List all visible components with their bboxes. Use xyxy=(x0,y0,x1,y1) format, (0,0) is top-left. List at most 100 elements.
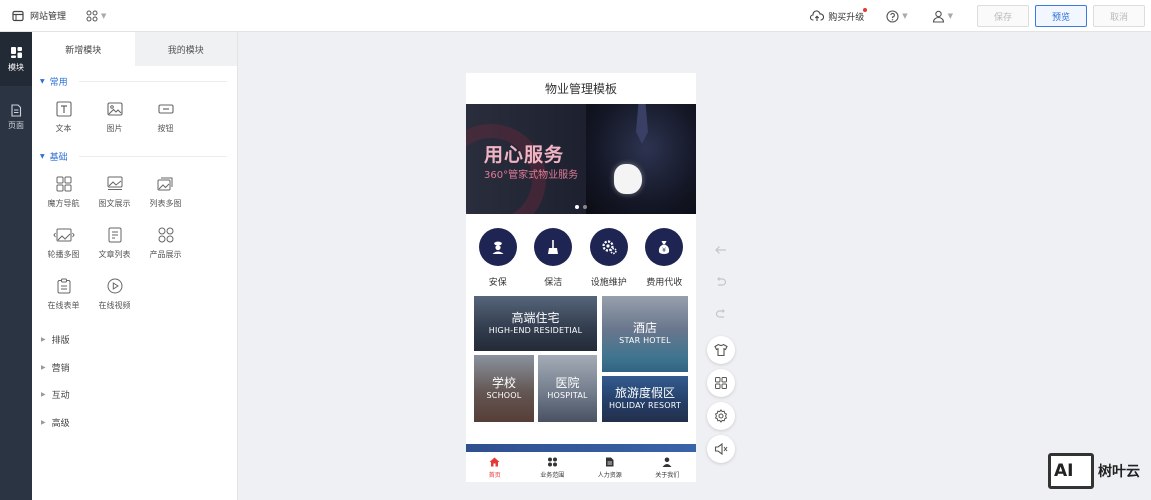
caret-down-icon: ▼ xyxy=(40,152,45,160)
preview-button[interactable]: 预览 xyxy=(1035,5,1087,27)
module-label: 文章列表 xyxy=(98,250,131,259)
group-title: 互动 xyxy=(51,391,70,402)
carousel-dot[interactable] xyxy=(583,205,587,209)
chevron-down-icon: ▼ xyxy=(902,12,908,20)
service-security[interactable]: 安保 xyxy=(472,228,524,288)
banner-subheading: 360°管家式物业服务 xyxy=(484,170,579,181)
nav-business[interactable]: 业务范围 xyxy=(527,457,577,479)
watermark: AI 树叶云 xyxy=(1048,453,1140,489)
tile-hotel[interactable]: 酒店 STAR HOTEL xyxy=(602,296,688,372)
module-text[interactable]: 文本 xyxy=(38,92,89,143)
video-icon xyxy=(107,278,122,294)
nav-label: 人力资源 xyxy=(597,471,622,479)
phone-preview[interactable]: 物业管理模板 用心服务 360°管家式物业服务 安保 保洁 设施维护 ¥ 费用代… xyxy=(466,73,696,482)
settings-button[interactable] xyxy=(707,402,735,430)
service-label: 安保 xyxy=(488,278,507,288)
module-product[interactable]: 产品展示 xyxy=(140,218,191,269)
layout-button[interactable] xyxy=(707,369,735,397)
tab-add-module[interactable]: 新增模块 xyxy=(32,32,135,66)
redo-button[interactable] xyxy=(707,300,735,328)
business-tiles: 高端住宅 HIGH-END RESIDETIAL 酒店 STAR HOTEL 学校 S… xyxy=(466,296,696,446)
tile-school[interactable]: 学校 SCHOOL xyxy=(474,355,534,422)
home-icon xyxy=(489,457,500,466)
service-cleaning[interactable]: 保洁 xyxy=(527,228,579,288)
module-carousel[interactable]: 轮播多图 xyxy=(38,218,89,269)
carousel-dot[interactable] xyxy=(575,205,579,209)
upgrade-button[interactable]: 购买升级 xyxy=(810,7,868,23)
help-menu[interactable]: ▼ xyxy=(886,9,908,23)
group-header-interaction[interactable]: ▶ 互动 xyxy=(32,381,237,409)
tile-title: 医院 xyxy=(555,375,580,390)
service-fee-collection[interactable]: ¥ 费用代收 xyxy=(638,228,690,288)
module-button[interactable]: 按钮 xyxy=(140,92,191,143)
security-guard-icon xyxy=(492,241,504,254)
module-label: 文本 xyxy=(55,124,72,133)
group-title: 排版 xyxy=(51,336,70,347)
save-button[interactable]: 保存 xyxy=(977,5,1029,27)
image-icon xyxy=(106,102,123,116)
chevron-down-icon: ▼ xyxy=(101,11,107,20)
module-list-images[interactable]: 列表多图 xyxy=(140,167,191,218)
nav-label: 关于我们 xyxy=(655,471,680,479)
fee-bag-icon: ¥ xyxy=(659,241,670,254)
upgrade-label: 购买升级 xyxy=(828,12,865,23)
site-icon xyxy=(12,10,24,21)
button-icon xyxy=(157,104,174,114)
hero-banner[interactable]: 用心服务 360°管家式物业服务 xyxy=(466,104,696,214)
module-label: 列表多图 xyxy=(149,199,182,208)
module-article-list[interactable]: 文章列表 xyxy=(89,218,140,269)
module-label: 轮播多图 xyxy=(47,250,80,259)
nav-hr[interactable]: 人力资源 xyxy=(585,457,635,479)
chevron-down-icon: ▼ xyxy=(947,12,953,20)
tile-resort[interactable]: 旅游度假区 HOLIDAY RESORT xyxy=(602,376,688,422)
group-header-common[interactable]: ▼ 常用 xyxy=(32,70,237,92)
module-label: 产品展示 xyxy=(149,250,182,259)
group-header-advanced[interactable]: ▶ 高级 xyxy=(32,409,237,437)
divider xyxy=(78,80,227,82)
text-icon xyxy=(55,101,72,117)
product-icon xyxy=(158,227,173,243)
apps-menu-button[interactable]: ▼ xyxy=(86,10,106,22)
module-label: 按钮 xyxy=(157,124,174,133)
tile-hospital[interactable]: 医院 HOSPITAL xyxy=(538,355,597,422)
caret-down-icon: ▼ xyxy=(40,77,45,85)
carousel-dots xyxy=(575,205,587,209)
group-header-marketing[interactable]: ▶ 营销 xyxy=(32,354,237,382)
basic-modules: 魔方导航 图文展示 列表多图 轮播多图 文章列表 产品展示 在线表单 在线视频 xyxy=(32,167,237,320)
tab-my-modules[interactable]: 我的模块 xyxy=(134,32,237,66)
module-video[interactable]: 在线视频 xyxy=(89,269,140,320)
user-menu[interactable]: ▼ xyxy=(932,10,953,23)
nav-home[interactable]: 首页 xyxy=(470,457,520,479)
nav-about[interactable]: 关于我们 xyxy=(642,457,692,479)
module-label: 魔方导航 xyxy=(47,199,80,208)
redo-icon xyxy=(715,309,725,318)
tile-subtitle: HIGH-END RESIDETIAL xyxy=(488,325,583,335)
cancel-button[interactable]: 取消 xyxy=(1093,5,1145,27)
modules-icon xyxy=(10,46,22,58)
site-label: 网站管理 xyxy=(30,12,67,22)
group-title: 高级 xyxy=(51,418,70,429)
announcement-button[interactable] xyxy=(707,435,735,463)
editor-tools xyxy=(707,236,735,468)
grid-icon xyxy=(715,377,727,389)
carousel-icon xyxy=(52,228,75,242)
list-images-icon xyxy=(157,177,172,191)
site-management-button[interactable]: 网站管理 xyxy=(12,9,66,22)
rail-item-pages[interactable]: 页面 xyxy=(0,90,32,144)
tile-residential[interactable]: 高端住宅 HIGH-END RESIDETIAL xyxy=(474,296,597,351)
nav-label: 首页 xyxy=(488,471,501,479)
service-label: 设施维护 xyxy=(590,278,627,288)
group-header-basic[interactable]: ▼ 基础 xyxy=(32,145,237,167)
module-form[interactable]: 在线表单 xyxy=(38,269,89,320)
theme-button[interactable] xyxy=(707,336,735,364)
module-image-text[interactable]: 图文展示 xyxy=(89,167,140,218)
help-icon xyxy=(886,9,899,23)
group-header-layout[interactable]: ▶ 排版 xyxy=(32,326,237,354)
divider xyxy=(78,155,227,157)
back-button[interactable] xyxy=(707,236,735,264)
module-cube-nav[interactable]: 魔方导航 xyxy=(38,167,89,218)
rail-item-modules[interactable]: 模块 xyxy=(0,32,32,86)
service-maintenance[interactable]: 设施维护 xyxy=(583,228,635,288)
undo-button[interactable] xyxy=(707,268,735,296)
module-image[interactable]: 图片 xyxy=(89,92,140,143)
